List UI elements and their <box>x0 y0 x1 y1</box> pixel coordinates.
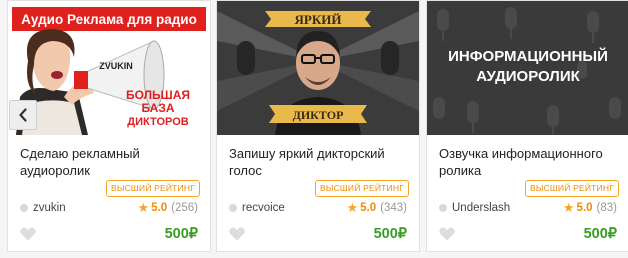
image-text-line2: АУДИОРОЛИК <box>476 68 580 85</box>
rating-score: 5.0 <box>151 201 168 214</box>
seller[interactable]: zvukin <box>20 202 66 214</box>
seller-avatar <box>229 204 237 212</box>
price: 500₽ <box>374 226 407 242</box>
image-text-line1: ИНФОРМАЦИОННЫЙ <box>448 47 608 65</box>
image-text-line2: БАЗА <box>141 101 174 115</box>
gig-thumbnail[interactable]: ИНФОРМАЦИОННЫЙ АУДИОРОЛИК <box>427 1 628 135</box>
star-icon: ★ <box>562 200 575 215</box>
image-headline: Аудио Реклама для радио <box>21 12 197 27</box>
top-rated-badge: ВЫСШИЙ РЕЙТИНГ <box>315 180 409 197</box>
gig-card[interactable]: ЯРКИЙ ДИКТОР Запишу яркий дикторский гол… <box>216 0 420 252</box>
gig-card[interactable]: ИНФОРМАЦИОННЫЙ АУДИОРОЛИК Озвучка информ… <box>426 0 628 252</box>
gig-card[interactable]: Аудио Реклама для радио ZVUKIN БОЛЬШАЯ Б… <box>7 0 211 252</box>
price-amount: 500 <box>164 226 189 242</box>
gig-title[interactable]: Запишу яркий дикторский голос <box>229 145 409 179</box>
star-icon: ★ <box>137 200 150 215</box>
rating-score: 5.0 <box>576 201 593 214</box>
seller-name[interactable]: zvukin <box>33 202 66 214</box>
seller-name[interactable]: Underslash <box>452 202 510 214</box>
heart-icon[interactable] <box>20 227 36 241</box>
currency-symbol: ₽ <box>188 226 198 242</box>
image-banner-bottom: ДИКТОР <box>293 108 344 122</box>
price: 500₽ <box>165 226 198 242</box>
rating: ★ 5.0 (343) <box>346 201 407 214</box>
rating: ★ 5.0 (256) <box>137 201 198 214</box>
image-text-line1: БОЛЬШАЯ <box>126 88 190 102</box>
seller-name[interactable]: recvoice <box>242 202 285 214</box>
carousel-prev-button[interactable] <box>9 100 37 130</box>
gig-title[interactable]: Сделаю рекламный аудиоролик <box>20 145 200 179</box>
rating-score: 5.0 <box>360 201 377 214</box>
top-rated-badge: ВЫСШИЙ РЕЙТИНГ <box>525 180 619 197</box>
seller[interactable]: Underslash <box>439 202 510 214</box>
image-text-line3: ДИКТОРОВ <box>127 116 188 128</box>
seller-avatar <box>439 204 447 212</box>
currency-symbol: ₽ <box>397 226 407 242</box>
price-amount: 500 <box>583 226 608 242</box>
heart-icon[interactable] <box>439 227 455 241</box>
price-amount: 500 <box>373 226 398 242</box>
gig-thumbnail[interactable]: Аудио Реклама для радио ZVUKIN БОЛЬШАЯ Б… <box>8 1 210 135</box>
review-count: (256) <box>171 201 198 214</box>
seller[interactable]: recvoice <box>229 202 285 214</box>
top-rated-badge: ВЫСШИЙ РЕЙТИНГ <box>106 180 200 197</box>
megaphone-brand: ZVUKIN <box>99 61 133 71</box>
rating: ★ 5.0 (83) <box>563 201 617 214</box>
image-banner-top: ЯРКИЙ <box>295 12 342 27</box>
star-icon: ★ <box>346 200 359 215</box>
price: 500₽ <box>584 226 617 242</box>
review-count: (83) <box>596 201 617 214</box>
heart-icon[interactable] <box>229 227 245 241</box>
currency-symbol: ₽ <box>607 226 617 242</box>
gig-thumbnail[interactable]: ЯРКИЙ ДИКТОР <box>217 1 419 135</box>
gig-carousel: Аудио Реклама для радио ZVUKIN БОЛЬШАЯ Б… <box>0 0 628 258</box>
review-count: (343) <box>380 201 407 214</box>
chevron-left-icon <box>19 108 27 122</box>
seller-avatar <box>20 204 28 212</box>
gig-title[interactable]: Озвучка информационного ролика <box>439 145 619 179</box>
